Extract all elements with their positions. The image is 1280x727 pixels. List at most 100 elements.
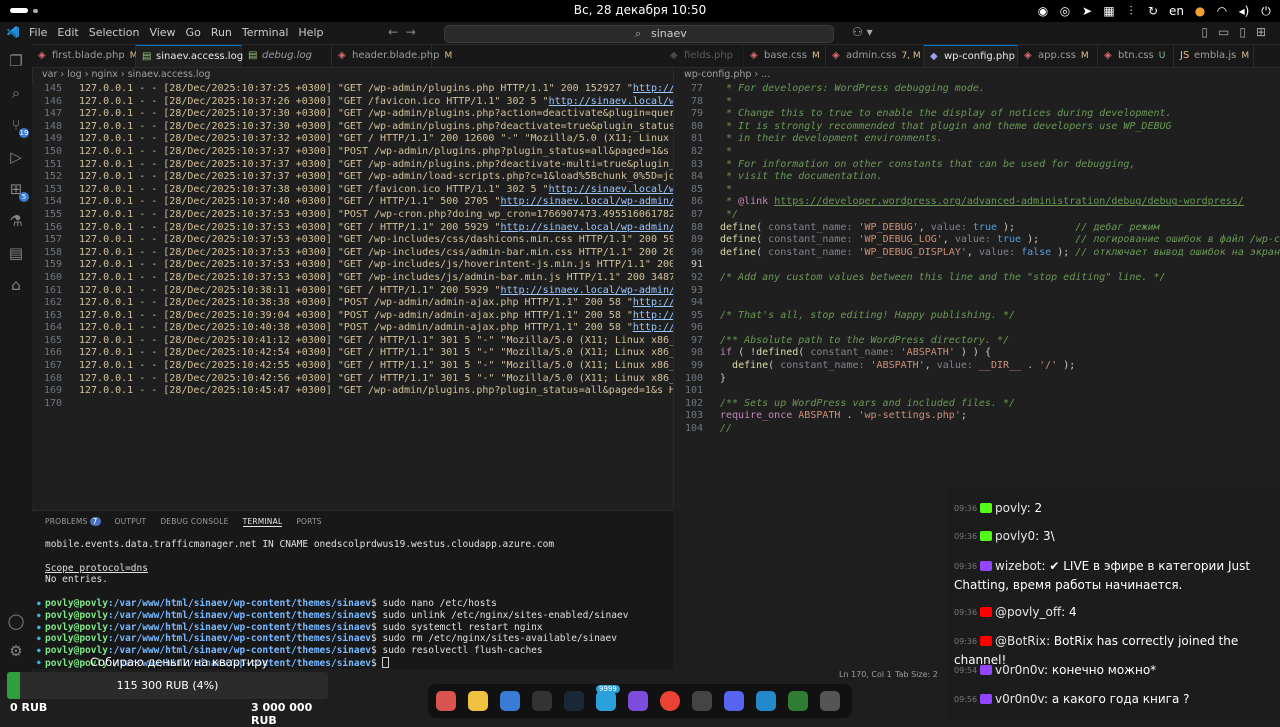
code-token: ( [798, 347, 811, 359]
tab-wp-config-php[interactable]: ◆ wp-config.php [924, 45, 1018, 67]
tab-output[interactable]: OUTPUT [115, 517, 147, 527]
tab-first-blade-php[interactable]: ◈ first.blade.php M [32, 45, 137, 67]
power-icon[interactable]: ⏻ [1260, 4, 1272, 19]
menu-selection[interactable]: Selection [89, 26, 140, 39]
steam-icon[interactable] [564, 691, 584, 711]
code-token: // дебаг режим [1075, 221, 1160, 233]
line-number: 161 [43, 284, 62, 296]
tab-debug-log[interactable]: ▤ debug.log [242, 45, 332, 67]
tab-label: wp-config.php [944, 51, 1015, 62]
settings-icon[interactable] [820, 691, 840, 711]
log-url[interactable]: http://sinaev.local/wp-admin/plug [500, 222, 673, 233]
sliders-icon[interactable]: ⫶ [1125, 4, 1137, 19]
tab-problems[interactable]: PROBLEMS 7 [45, 517, 101, 527]
line-number: 167 [43, 360, 62, 372]
log-url[interactable]: http://sinaev.local/wp-admin/plug [500, 285, 673, 296]
code-text: * Change this to true to enable the disp… [720, 108, 1172, 121]
telegram-icon[interactable]: ➤ [1081, 4, 1093, 18]
log-url[interactable]: http://sinae [633, 322, 673, 333]
language-indicator[interactable]: en [1169, 4, 1184, 18]
breadcrumb-item[interactable]: log [67, 69, 81, 80]
back-arrow-icon[interactable]: ← [388, 25, 398, 39]
line-number: 100 [684, 372, 703, 384]
accounts-icon[interactable]: ◯ [7, 612, 25, 630]
keyboard-icon[interactable]: ▦ [1103, 4, 1115, 18]
mic-icon[interactable]: ● [1194, 4, 1206, 18]
tab-fields-php[interactable]: ◆ fields.php [664, 45, 744, 67]
line-number: 145 [43, 83, 62, 94]
remote-explorer-icon[interactable]: ⌂ [7, 276, 25, 294]
log-editor[interactable]: 145 127.0.0.1 - - [28/Dec/2025:10:37:25 +… [32, 83, 673, 508]
copilot-icon[interactable]: ⚇ ▾ [852, 25, 873, 39]
rhythmbox-icon[interactable] [468, 691, 488, 711]
tab-btn-css[interactable]: ◈ btn.css U [1098, 45, 1174, 67]
log-url[interactable]: http://sinaev.local/wp-admin/plug [500, 196, 673, 207]
testing-icon[interactable]: ⚗ [7, 212, 25, 230]
menu-terminal[interactable]: Terminal [242, 26, 289, 39]
tab-debug-console[interactable]: DEBUG CONSOLE [160, 517, 228, 527]
files-icon[interactable] [436, 691, 456, 711]
run-debug-icon[interactable]: ▷ [7, 148, 25, 166]
menu-edit[interactable]: Edit [57, 26, 78, 39]
forward-arrow-icon[interactable]: → [406, 25, 416, 39]
editor-tabs: ◈ first.blade.php M ▤ sinaev.access.log ▤ debu… [32, 45, 1280, 68]
breadcrumb-item[interactable]: sinaev.access.log [128, 69, 211, 80]
tab-terminal[interactable]: TERMINAL [242, 517, 283, 527]
code-token[interactable]: https://developer.wordpress.org/advanced… [774, 196, 1244, 207]
menu-view[interactable]: View [149, 26, 175, 39]
vpn-icon[interactable]: ◎ [1059, 4, 1071, 18]
extensions-icon[interactable]: ⊞ [7, 180, 29, 202]
trash-icon[interactable] [788, 691, 808, 711]
tab-admin-css[interactable]: ◈ admin.css 7, M [826, 45, 924, 67]
terminal-icon[interactable] [532, 691, 552, 711]
cursor-position[interactable]: Ln 170, Col 1 [839, 670, 892, 679]
log-line: 170 [32, 398, 673, 411]
docker-icon[interactable]: ▤ [7, 244, 25, 262]
wifi-icon[interactable]: ◠ [1216, 4, 1228, 18]
tab-base-css[interactable]: ◈ base.css M [744, 45, 826, 67]
obsidian-icon[interactable] [628, 691, 648, 711]
explorer-icon[interactable]: ❐ [7, 52, 25, 70]
tab-app-css[interactable]: ◈ app.css M [1018, 45, 1098, 67]
tab-ports[interactable]: PORTS [296, 517, 321, 527]
discord-icon[interactable] [724, 691, 744, 711]
search-icon[interactable]: ⌕ [7, 84, 25, 102]
sync-icon[interactable]: ↻ [1147, 4, 1159, 18]
breadcrumb-item[interactable]: nginx [92, 69, 118, 80]
menu-run[interactable]: Run [211, 26, 232, 39]
layout-panel-icon[interactable]: ▭ [1218, 25, 1229, 39]
volume-icon[interactable]: ◂) [1238, 4, 1250, 18]
code-token: value: [978, 246, 1022, 258]
log-url[interactable]: http://sinaev.local/wp-adm [549, 184, 673, 195]
breadcrumb-item[interactable]: var [42, 69, 57, 80]
breadcrumb-item[interactable]: wp-config.php [684, 69, 751, 80]
log-url[interactable]: http://sinaev.local/wp-adm [549, 96, 673, 107]
menu-help[interactable]: Help [298, 26, 323, 39]
terminal-output[interactable]: mobile.events.data.trafficmanager.net IN… [37, 539, 675, 669]
log-url[interactable]: http://sinae [633, 83, 673, 94]
tab-sinaev-access-log[interactable]: ▤ sinaev.access.log [136, 45, 243, 67]
tab-size[interactable]: Tab Size: 2 [895, 670, 938, 679]
discord-icon[interactable]: ◉ [1037, 4, 1049, 18]
menu-file[interactable]: File [29, 26, 47, 39]
document-viewer-icon[interactable] [500, 691, 520, 711]
code-line: 79 * Change this to true to enable the d… [674, 108, 1280, 121]
vscode-icon[interactable] [756, 691, 776, 711]
php-editor[interactable]: 77 * For developers: WordPress debugging… [674, 83, 1280, 510]
telegram-icon[interactable] [596, 691, 616, 711]
breadcrumb-item[interactable]: ... [761, 69, 770, 80]
layout-customize-icon[interactable]: ⊞ [1256, 25, 1266, 39]
layout-sidebar-icon[interactable]: ▯ [1201, 25, 1208, 39]
source-control-icon[interactable]: ⑂ [7, 116, 29, 138]
tab-embla-js[interactable]: JS embla.js M [1174, 45, 1254, 67]
terminal-decoration-icon: ● [37, 611, 41, 619]
tab-header-blade-php[interactable]: ◈ header.blade.php M [332, 45, 452, 67]
log-url[interactable]: http://sinae [633, 297, 673, 308]
layout-secondary-icon[interactable]: ▯ [1239, 25, 1246, 39]
menu-go[interactable]: Go [186, 26, 201, 39]
log-text: 127.0.0.1 - - [28/Dec/2025:10:37:30 +030… [79, 120, 673, 132]
log-url[interactable]: http://sinae [633, 310, 673, 321]
command-center-search[interactable]: ⌕ sinaev [444, 25, 834, 43]
chrome-icon[interactable] [660, 691, 680, 711]
github-desktop-icon[interactable] [692, 691, 712, 711]
